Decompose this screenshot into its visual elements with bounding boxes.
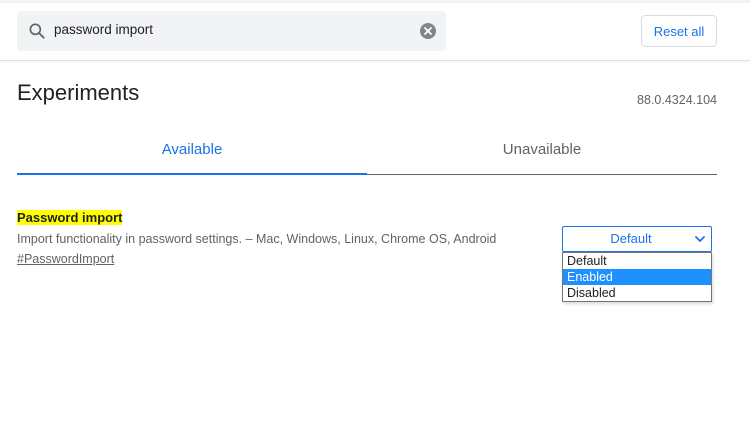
option-default[interactable]: Default	[563, 253, 711, 269]
version-label: 88.0.4324.104	[637, 93, 717, 107]
search-icon	[29, 23, 45, 39]
clear-icon[interactable]	[420, 23, 436, 39]
experiment-name: Password import	[17, 210, 123, 225]
tab-available[interactable]: Available	[17, 125, 367, 175]
search-input[interactable]: password import	[54, 22, 153, 37]
tab-bar: Available Unavailable	[17, 125, 717, 175]
search-box[interactable]: password import	[17, 11, 446, 51]
header: password import Reset all	[0, 3, 750, 61]
select-dropdown: Default Enabled Disabled	[562, 252, 712, 302]
experiment-description: Import functionality in password setting…	[17, 232, 497, 246]
option-enabled[interactable]: Enabled	[563, 269, 711, 285]
flags-page: password import Reset all Experiments 88…	[0, 0, 750, 423]
chevron-down-icon	[695, 236, 705, 242]
page-title: Experiments	[17, 80, 140, 105]
option-disabled[interactable]: Disabled	[563, 285, 711, 301]
reset-all-button[interactable]: Reset all	[641, 15, 717, 47]
tab-unavailable[interactable]: Unavailable	[367, 125, 717, 174]
experiment-select[interactable]: Default	[562, 226, 712, 252]
select-value: Default	[610, 231, 652, 246]
experiment-permalink[interactable]: #PasswordImport	[17, 252, 114, 266]
